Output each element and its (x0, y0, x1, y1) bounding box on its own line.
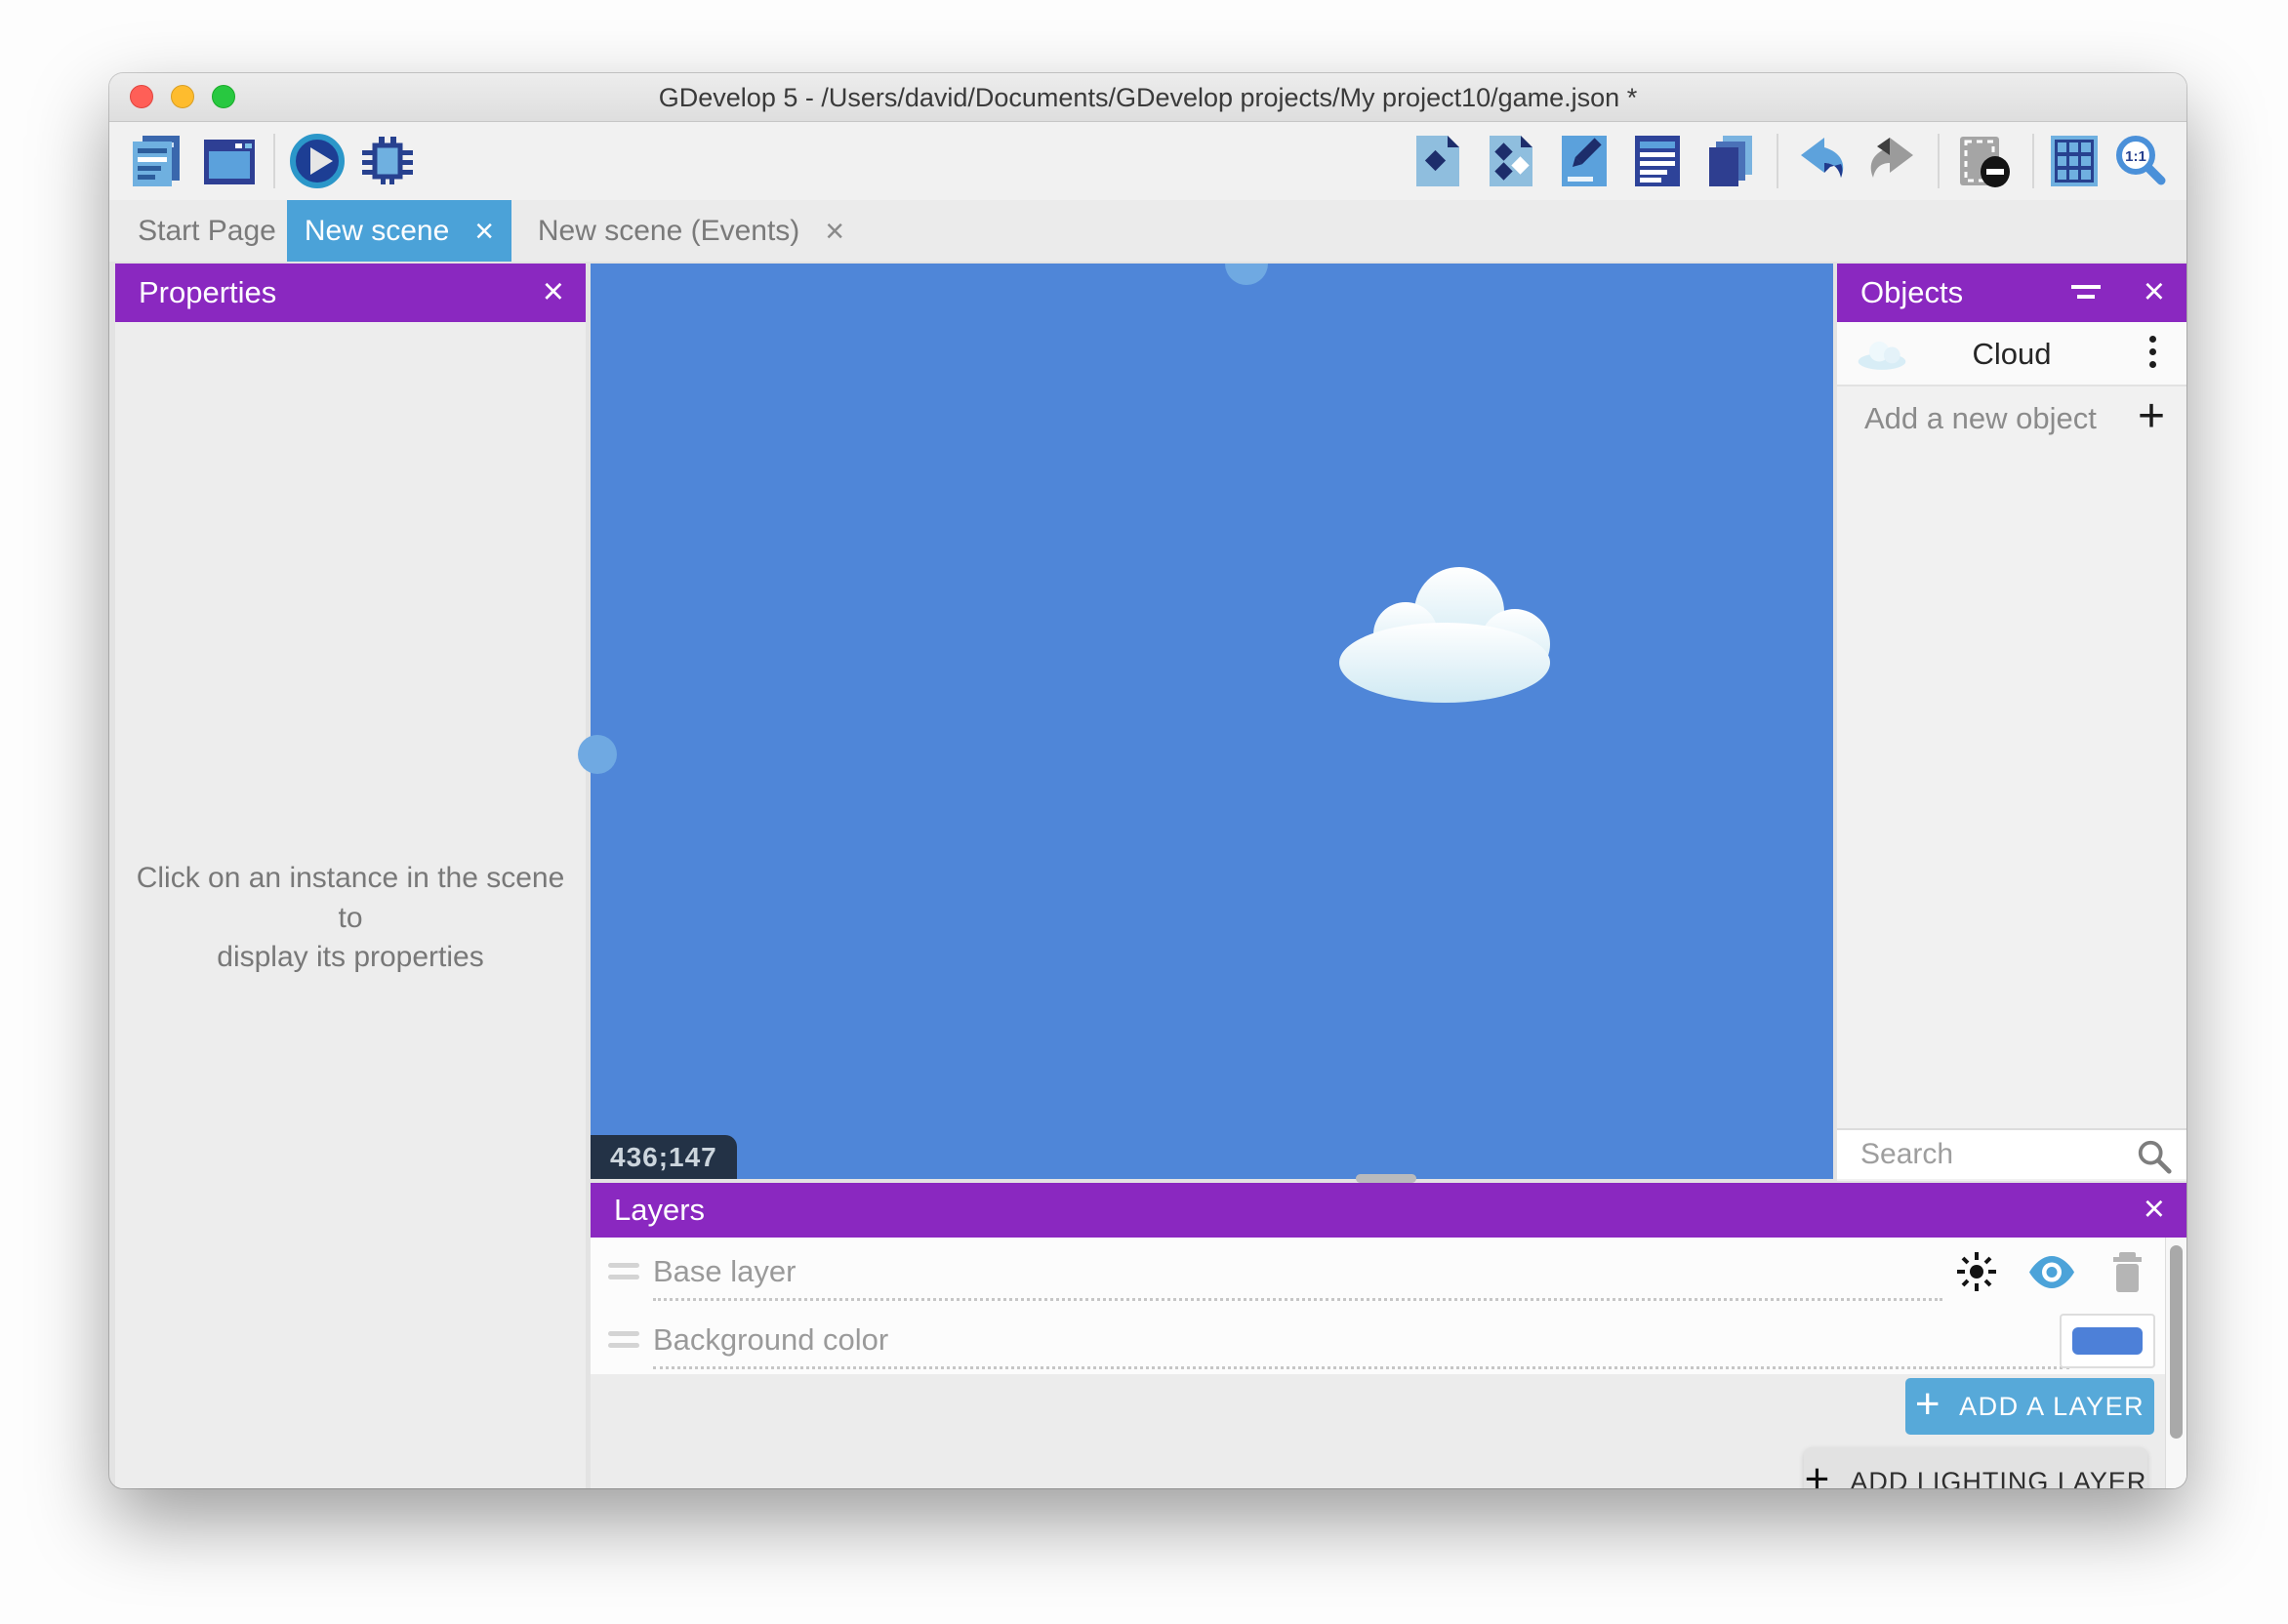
visibility-eye-icon[interactable] (2027, 1254, 2076, 1290)
edit-scene-icon[interactable] (1557, 132, 1612, 190)
plus-icon: + (1915, 1380, 1941, 1429)
toolbar-separator (2032, 134, 2034, 188)
cloud-sprite[interactable] (1313, 558, 1576, 705)
gdevelop-window: GDevelop 5 - /Users/david/Documents/GDev… (109, 73, 2186, 1488)
layer-list: Base layer (591, 1238, 2186, 1374)
horizontal-scrollbar[interactable] (1356, 1174, 1416, 1183)
layers-scrollbar[interactable] (2170, 1245, 2183, 1439)
close-icon[interactable]: × (543, 264, 564, 322)
tab-label: Start Page (138, 215, 276, 248)
plus-icon: + (2138, 388, 2165, 449)
tab-start-page[interactable]: Start Page (127, 200, 287, 262)
properties-panel: Properties × Click on an instance in the… (115, 264, 586, 1488)
toolbar: 1:1 (109, 122, 2186, 200)
object-name: Cloud (1837, 322, 2186, 386)
search-icon[interactable] (2136, 1138, 2173, 1175)
layer-row-background-color[interactable]: Background color (591, 1306, 2186, 1374)
grid-icon[interactable] (2045, 132, 2104, 190)
color-swatch (2072, 1327, 2143, 1355)
tab-bar: Start Page New scene × New scene (Events… (109, 200, 2186, 262)
tab-new-scene-events[interactable]: New scene (Events) × (511, 200, 871, 262)
search-input[interactable] (1860, 1130, 2124, 1179)
toolbar-separator (1938, 134, 1940, 188)
panel-title: Objects (1860, 275, 1963, 310)
drag-handle-icon[interactable] (608, 1331, 639, 1355)
layers-scrollbar-track (2165, 1238, 2186, 1488)
cursor-coordinates-badge: 436;147 (591, 1135, 737, 1179)
add-new-object-button[interactable]: Add a new object + (1837, 388, 2186, 449)
redo-icon[interactable] (1864, 132, 1923, 190)
toolbar-separator (1777, 134, 1778, 188)
close-icon[interactable]: × (2144, 1183, 2165, 1238)
panel-title: Layers (614, 1193, 705, 1228)
close-icon[interactable]: × (825, 215, 844, 248)
scene-canvas[interactable]: 436;147 (591, 264, 1833, 1179)
layers-panel: Layers × Base layer (591, 1183, 2186, 1488)
plus-icon: + (1805, 1455, 1831, 1488)
background-color-picker[interactable] (2060, 1314, 2155, 1368)
layer-row-base[interactable]: Base layer (591, 1238, 2186, 1306)
delete-layer-icon[interactable] (2109, 1250, 2145, 1294)
properties-empty-message: Click on an instance in the scene to dis… (125, 859, 576, 978)
add-lighting-layer-button[interactable]: + ADD LIGHTING LAYER (1804, 1447, 2147, 1488)
duplicate-icon[interactable] (1703, 132, 1758, 190)
lighting-icon[interactable] (1955, 1250, 1998, 1293)
add-layer-label: ADD A LAYER (1959, 1392, 2145, 1422)
undo-icon[interactable] (1791, 132, 1850, 190)
layer-name-underline (653, 1298, 1942, 1301)
scene-resize-handle-left[interactable] (578, 735, 617, 774)
start-page-icon[interactable] (200, 132, 259, 190)
mask-icon[interactable] (1952, 132, 2013, 190)
layers-panel-header: Layers × (591, 1183, 2186, 1238)
layer-name-underline (653, 1366, 2069, 1369)
objects-group-icon[interactable] (1484, 132, 1538, 190)
close-icon[interactable]: × (474, 215, 494, 248)
add-lighting-layer-label: ADD LIGHTING LAYER (1850, 1467, 2146, 1489)
add-object-label: Add a new object (1864, 388, 2097, 449)
edit-events-icon[interactable] (1630, 132, 1685, 190)
objects-search-bar (1837, 1128, 2186, 1179)
properties-panel-header: Properties × (115, 264, 586, 322)
layer-name: Background color (653, 1306, 888, 1374)
window-title: GDevelop 5 - /Users/david/Documents/GDev… (109, 73, 2186, 122)
toolbar-separator (273, 134, 275, 188)
objects-panel: Objects × Cloud Add a new object + (1837, 264, 2186, 1181)
add-layer-button[interactable]: + ADD A LAYER (1905, 1378, 2154, 1435)
tab-label: New scene (305, 215, 449, 248)
drag-handle-icon[interactable] (608, 1263, 639, 1286)
svg-text:1:1: 1:1 (2125, 148, 2146, 165)
tab-new-scene[interactable]: New scene × (287, 200, 511, 262)
filter-icon[interactable] (2069, 277, 2103, 308)
play-icon[interactable] (288, 132, 347, 190)
tab-label: New scene (Events) (538, 215, 799, 248)
objects-panel-header: Objects × (1837, 264, 2186, 322)
zoom-1-1-icon[interactable]: 1:1 (2110, 132, 2169, 190)
titlebar: GDevelop 5 - /Users/david/Documents/GDev… (109, 73, 2186, 122)
scene-resize-handle-top[interactable] (1225, 264, 1268, 285)
object-menu-icon[interactable] (2149, 336, 2157, 373)
close-icon[interactable]: × (2144, 264, 2165, 322)
add-object-icon[interactable] (1410, 132, 1465, 190)
panel-title: Properties (139, 275, 276, 310)
object-list-item-cloud[interactable]: Cloud (1837, 322, 2186, 386)
layer-name: Base layer (653, 1238, 796, 1306)
debug-icon[interactable] (358, 132, 417, 190)
project-manager-icon[interactable] (127, 132, 185, 190)
